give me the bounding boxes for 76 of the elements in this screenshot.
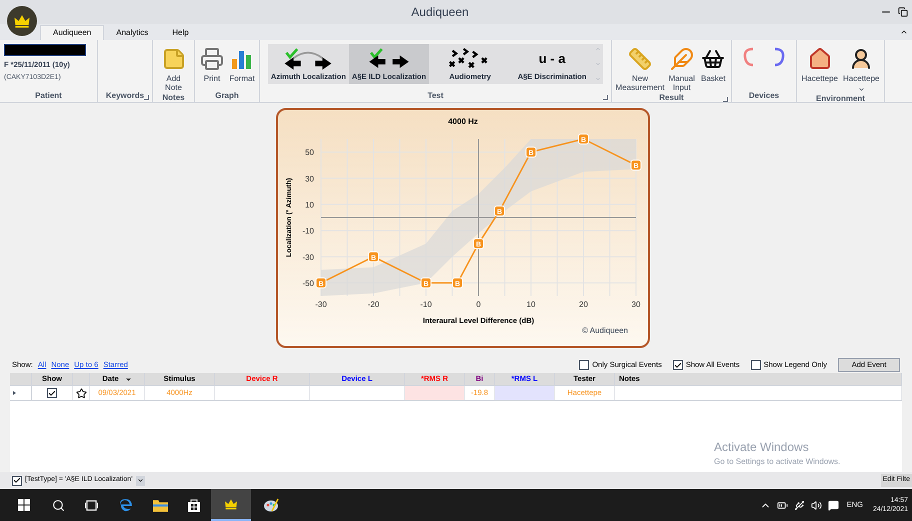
battery-icon[interactable] [776,500,788,510]
ribbon-button[interactable]: Basket [700,44,727,83]
show-checkbox[interactable] [47,388,57,398]
row-expander-icon[interactable] [13,391,16,395]
x-tick-label: -30 [315,300,327,309]
y-tick-label: -30 [302,252,314,262]
test-glyph: u - a [538,50,566,68]
y-tick-label: 30 [305,174,314,184]
restore-icon[interactable] [898,7,908,17]
ear-icon[interactable] [772,47,786,67]
x-tick-label: 10 [526,300,536,309]
activation-title: Activate Windows [714,439,810,456]
group-label: Notes [162,92,185,104]
ribbon-button[interactable]: Add Note [157,44,190,92]
group-label: Result [659,92,684,104]
paint-palette-icon[interactable] [263,497,279,513]
x-tick-label: -10 [420,300,432,309]
search-icon[interactable] [52,498,65,512]
group-label: Devices [748,90,780,102]
x-tick-label: 0 [476,300,481,309]
ribbon-button[interactable]: Format [229,44,255,83]
feather-icon [670,47,694,71]
group-label: Keywords [106,90,144,102]
house-icon [808,47,832,71]
group-label: Test [428,90,444,102]
caret-icon [136,477,144,484]
x-tick-label: 30 [632,300,640,309]
window-title: Audiqueen [410,4,470,21]
filter-checkbox[interactable] [12,476,22,486]
ribbon-button[interactable]: Hacettepe [801,44,838,83]
ribbon-tab[interactable]: Analytics [104,25,160,40]
dialog-launcher-icon[interactable] [144,95,149,100]
folder-icon[interactable] [153,498,168,512]
windows-start-icon[interactable] [18,499,30,511]
activation-subtitle: Go to Settings to activate Windows. [714,456,842,468]
ribbon-tab[interactable]: Audiqueen [40,25,104,40]
filter-dropdown-button[interactable] [136,476,145,486]
table-cell [495,386,555,400]
browser-icon[interactable] [118,498,133,512]
group-label: Environment [816,93,865,105]
checkbox[interactable] [579,360,590,370]
group-label: Patient [35,90,62,102]
caret-icon [858,86,865,93]
ruler-icon [628,47,652,71]
table-cell [405,386,465,400]
printer-icon [200,47,224,71]
store-bag-icon[interactable] [187,498,201,512]
dialog-launcher-icon[interactable] [603,95,608,100]
y-tick-label: -10 [302,226,314,236]
y-tick-label: -50 [302,278,314,288]
checkbox[interactable] [750,360,761,370]
task-view-icon[interactable] [85,500,98,510]
ribbon-button[interactable]: Manual Input [668,44,696,92]
speaker-icon[interactable] [810,500,822,510]
x-tick-label: 20 [579,300,588,309]
chart-title: 4000 Hz [448,116,478,128]
y-tick-label: 10 [305,200,314,210]
star-icon[interactable] [76,388,86,398]
collapse-ribbon-icon[interactable] [900,28,908,36]
notification-icon[interactable] [828,500,839,510]
basket-icon [701,47,726,71]
copyright-text: © Audiqueen [582,325,628,337]
ribbon-tab[interactable]: Help [160,25,201,40]
y-tick-label: 50 [305,148,314,158]
x-tick-label: -20 [368,300,380,309]
ribbon-button[interactable]: New Measurement [616,44,664,92]
app-menu-button[interactable] [7,6,37,36]
dialog-launcher-icon[interactable] [723,97,728,102]
checkbox[interactable] [672,360,683,370]
sticky-note-icon [162,47,186,71]
usb-icon[interactable] [794,500,805,510]
sort-icon[interactable] [124,376,132,382]
ribbon-button[interactable]: Print [199,44,225,83]
ribbon-button[interactable]: Hacettepe [842,44,880,93]
group-label: Graph [215,90,239,102]
taskbar-app-button[interactable] [211,489,251,521]
